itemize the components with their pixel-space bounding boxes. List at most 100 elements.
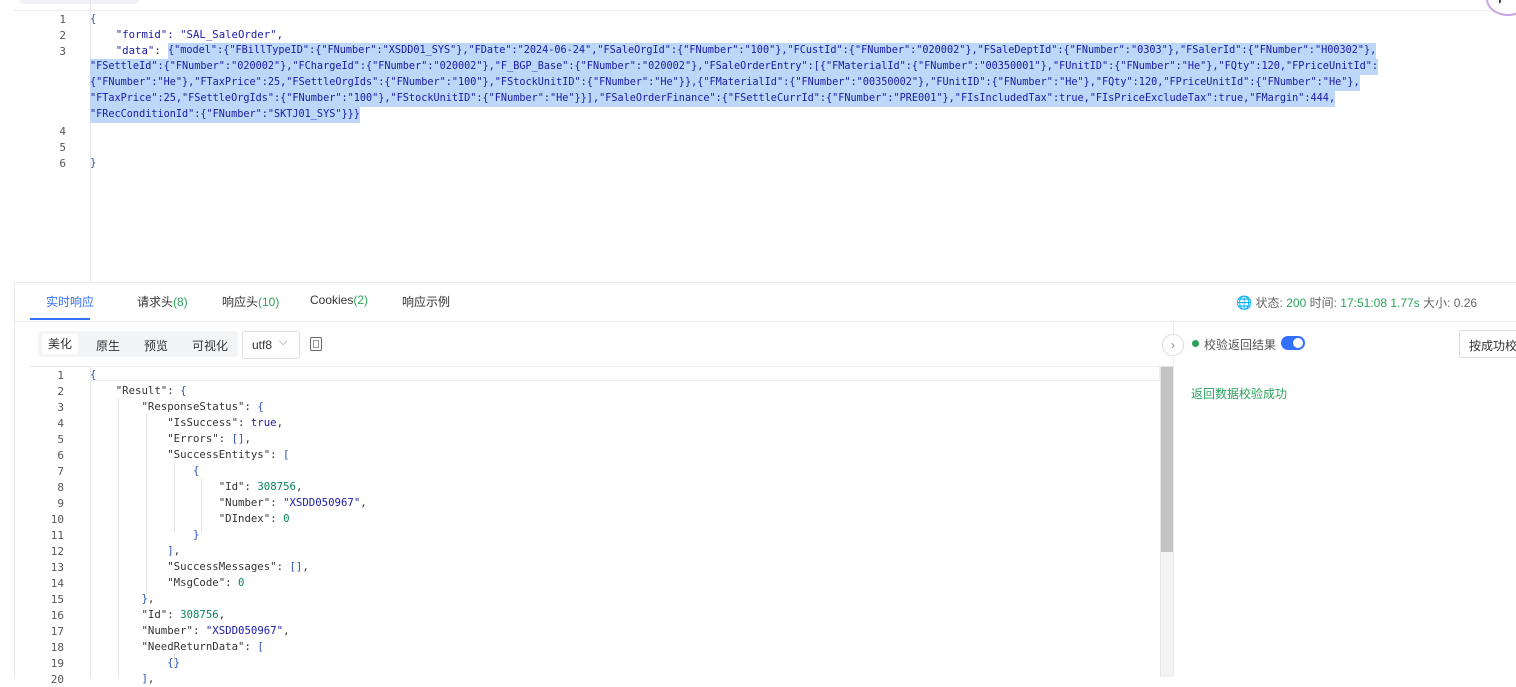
size-label: 大小:	[1423, 296, 1451, 310]
line-number: 18	[50, 641, 64, 654]
code-line: "ResponseStatus": {	[141, 400, 264, 413]
line-number: 16	[50, 609, 64, 622]
code-line: "NeedReturnData": [	[141, 640, 264, 653]
tab-count: (8)	[173, 295, 188, 309]
selected-json-line[interactable]: {"model":{"FBillTypeID":{"FNumber":"XSDD…	[168, 43, 1377, 59]
tab-label: 请求头	[137, 295, 174, 309]
format-toggle-group: 美化 原生 预览 可视化	[38, 331, 238, 357]
editor-top-divider	[14, 10, 1516, 11]
code-line: }	[90, 156, 97, 169]
validation-panel	[1173, 321, 1516, 677]
chevron-right-icon: ›	[1171, 338, 1175, 352]
code-line: "MsgCode": 0	[167, 576, 245, 589]
line-number: 10	[50, 513, 64, 526]
selected-json-line[interactable]: "FTaxPrice":25,"FSettleOrgIds":{"FNumber…	[90, 91, 1336, 107]
chevron-down-icon: ⌵	[279, 336, 288, 348]
line-number: 3	[57, 401, 64, 414]
time-label: 时间:	[1309, 296, 1337, 310]
line-number: 6	[59, 157, 66, 170]
line-number: 7	[57, 465, 64, 478]
tab-response-headers[interactable]: 响应头(10)	[222, 293, 279, 310]
line-number: 13	[50, 561, 64, 574]
button-label: 按成功校	[1469, 339, 1516, 353]
encoding-value: utf8	[252, 338, 273, 352]
status-code: 200	[1286, 296, 1307, 310]
code-line: "Number": "XSDD050967",	[218, 496, 367, 509]
tab-request-headers[interactable]: 请求头(8)	[137, 293, 188, 310]
code-line: "Id": 308756,	[218, 480, 303, 493]
code-line: ],	[141, 672, 155, 685]
code-line: "Number": "XSDD050967",	[141, 624, 290, 637]
code-line: "Result": {	[115, 384, 187, 397]
panel-collapse-button[interactable]: ›	[1162, 334, 1184, 356]
tab-label: 响应示例	[402, 295, 451, 309]
visualize-button[interactable]: 可视化	[192, 337, 228, 354]
line-number: 20	[50, 673, 64, 686]
active-tab-indicator	[30, 318, 90, 320]
code-line: {}	[167, 656, 181, 669]
line-number: 5	[59, 141, 66, 154]
response-status-bar: 🌐 状态: 200 时间: 17:51:08 1.77s 大小: 0.26	[1236, 294, 1477, 311]
response-scrollbar-thumb[interactable]	[1161, 367, 1173, 552]
tab-count: (2)	[353, 293, 369, 307]
current-line-highlight	[90, 366, 1160, 381]
code-line: "data":	[90, 44, 168, 57]
line-number: 6	[57, 449, 64, 462]
line-number: 19	[50, 657, 64, 670]
preview-button[interactable]: 预览	[144, 337, 168, 354]
validate-by-success-button[interactable]: 按成功校	[1459, 330, 1516, 358]
copy-icon[interactable]	[310, 337, 322, 351]
line-number: 2	[57, 385, 64, 398]
code-line: "DIndex": 0	[218, 512, 290, 525]
line-number: 14	[50, 577, 64, 590]
code-line: "SuccessEntitys": [	[167, 448, 290, 461]
validation-message: 返回数据校验成功	[1191, 387, 1288, 401]
tab-cookies[interactable]: Cookies(2)	[310, 293, 368, 307]
selected-json-line[interactable]: "FRecConditionId":{"FNumber":"SKTJ01_SYS…	[90, 107, 360, 123]
time-value: 17:51:08	[1340, 296, 1387, 310]
status-label: 状态:	[1255, 296, 1283, 310]
line-number: 9	[57, 497, 64, 510]
selected-json-line[interactable]: "FSettleId":{"FNumber":"020002"},"FCharg…	[90, 59, 1379, 75]
encoding-select[interactable]: utf8 ⌵	[242, 331, 300, 359]
avatar-glyph-icon: ◑	[1496, 0, 1503, 7]
code-line: "Errors": [],	[167, 432, 251, 445]
code-line: }	[192, 528, 200, 541]
code-line: ],	[167, 544, 181, 557]
validation-label: 校验返回结果	[1204, 338, 1277, 352]
tab-label: Cookies	[310, 293, 354, 307]
request-line-gutter: 1 2 3 4 5 6	[16, 0, 91, 282]
line-number: 1	[57, 369, 64, 382]
code-line: {	[192, 464, 200, 477]
tab-count: (10)	[258, 295, 280, 309]
globe-icon: 🌐	[1236, 295, 1253, 310]
line-number: 2	[59, 29, 66, 42]
tab-response-example[interactable]: 响应示例	[402, 293, 450, 310]
line-number: 17	[50, 625, 64, 638]
duration-value: 1.77s	[1390, 296, 1420, 310]
line-number: 8	[57, 481, 64, 494]
code-line: "IsSuccess": true,	[167, 416, 284, 429]
validation-status-dot	[1192, 340, 1199, 347]
line-number: 4	[57, 417, 64, 430]
line-number: 1	[59, 13, 66, 26]
code-line: },	[141, 592, 155, 605]
code-line: "Id": 308756,	[141, 608, 226, 621]
line-number: 12	[50, 545, 64, 558]
code-line: {	[90, 368, 97, 381]
code-line: "formid": "SAL_SaleOrder",	[90, 28, 284, 41]
line-number: 3	[59, 45, 66, 58]
beautify-button[interactable]: 美化	[42, 334, 79, 354]
code-line: "SuccessMessages": [],	[167, 560, 309, 573]
raw-button[interactable]: 原生	[96, 337, 120, 354]
line-number: 4	[59, 125, 66, 138]
tab-label: 实时响应	[46, 295, 95, 309]
tab-label: 响应头	[222, 295, 259, 309]
line-number: 5	[57, 433, 64, 446]
line-number: 15	[50, 593, 64, 606]
size-value: 0.26	[1453, 296, 1478, 310]
tab-realtime-response[interactable]: 实时响应	[46, 293, 94, 310]
code-line: {	[90, 12, 97, 25]
selected-json-line[interactable]: {"FNumber":"He"},"FTaxPrice":25,"FSettle…	[90, 75, 1360, 91]
validation-toggle[interactable]	[1281, 336, 1305, 350]
